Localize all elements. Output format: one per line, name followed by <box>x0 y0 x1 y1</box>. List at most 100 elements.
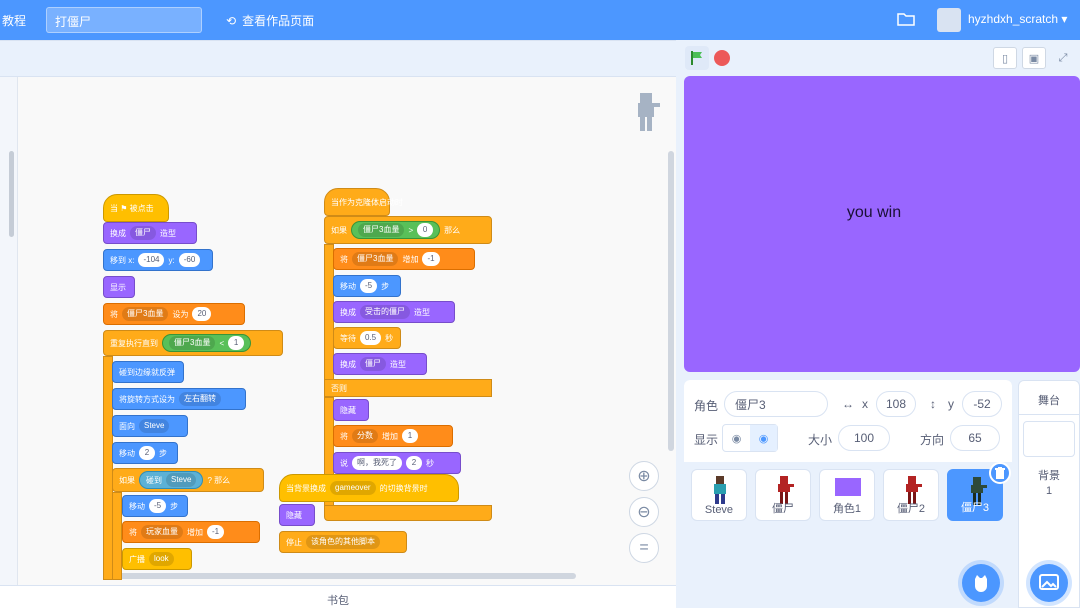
code-vertical-scrollbar[interactable] <box>668 151 674 451</box>
zoom-reset-icon: = <box>639 539 649 556</box>
sprite-tile-sprite1[interactable]: 角色1 <box>819 469 875 521</box>
y-input[interactable]: -52 <box>962 391 1002 417</box>
image-add-icon <box>1039 574 1059 590</box>
go-to-xy-block[interactable]: 移到 x: -104 y: -60 <box>103 249 213 271</box>
large-stage-button[interactable]: ▣ <box>1022 47 1046 69</box>
switch-costume-block[interactable]: 换成 僵尸 造型 <box>103 222 197 244</box>
stop-button[interactable] <box>714 50 730 66</box>
bounce-on-edge-block[interactable]: 碰到边缘就反弹 <box>112 361 184 383</box>
wait-seconds-block[interactable]: 等待 0.5 秒 <box>333 327 401 349</box>
change-zombie-hp-block[interactable]: 将 僵尸3血量 增加 -1 <box>333 248 475 270</box>
username-menu[interactable]: hyzhdxh_scratch ▾ <box>968 12 1067 26</box>
small-stage-button[interactable]: ▯ <box>993 47 1017 69</box>
see-project-page-button[interactable]: ⟲ 查看作品页面 <box>226 12 314 29</box>
direction-label: 方向 <box>920 433 945 447</box>
size-input[interactable]: 100 <box>838 425 890 451</box>
if-then-block[interactable]: 如果 碰到 Steve ? 那么 <box>112 468 264 492</box>
sprite-tile-zombie2[interactable]: 僵尸2 <box>883 469 939 521</box>
sprite-name: 僵尸2 <box>896 503 926 515</box>
stage-header <box>680 40 1080 76</box>
hide-visible-button[interactable]: ◉ <box>750 425 777 451</box>
add-sprite-button[interactable] <box>962 564 1000 602</box>
move-back-block[interactable]: 移动 -5 步 <box>122 495 188 517</box>
x-label: x <box>862 397 868 411</box>
eye-slash-icon: ◉ <box>758 432 769 445</box>
avatar[interactable] <box>937 8 961 32</box>
cat-add-icon <box>975 575 987 592</box>
sprite-name: Steve <box>704 504 734 516</box>
hide-block[interactable]: 隐藏 <box>333 399 369 421</box>
sprite-name: 角色1 <box>832 503 862 515</box>
move-steps-block-2[interactable]: 移动 -5 步 <box>333 275 401 297</box>
add-backdrop-button[interactable] <box>1030 564 1068 602</box>
backpack[interactable]: 书包 <box>0 585 676 608</box>
broadcast-block[interactable]: 广播 look <box>122 548 192 570</box>
sprite-tile-zombie[interactable]: 僵尸 <box>755 469 811 521</box>
stop-block[interactable]: 停止 该角色的其他脚本 <box>279 531 407 553</box>
username: hyzhdxh_scratch <box>968 12 1059 26</box>
sprite-name: 僵尸 <box>772 503 794 515</box>
show-block[interactable]: 显示 <box>103 276 135 298</box>
zoom-out-button[interactable]: ⊖ <box>629 497 659 527</box>
refresh-icon: ⟲ <box>226 13 237 28</box>
sprite-tile-steve[interactable]: Steve <box>691 469 747 521</box>
trash-icon <box>995 467 1005 479</box>
stage-message: you win <box>846 204 902 221</box>
switch-costume-hit-block[interactable]: 换成 受击的僵尸 造型 <box>333 301 455 323</box>
fullscreen-icon: ⤢ <box>1058 51 1068 64</box>
show-label: 显示 <box>694 433 719 447</box>
x-input[interactable]: 108 <box>876 391 916 417</box>
repeat-until-block[interactable]: 重复执行直到 僵尸3血量 < 1 <box>103 330 283 356</box>
else-label: 否则 <box>324 379 492 397</box>
stage-pane-title: 舞台 <box>1019 381 1079 415</box>
visibility-toggle: ◉ ◉ <box>722 424 778 452</box>
current-sprite-ghost-icon <box>638 93 660 131</box>
stage-thumbnail[interactable] <box>1023 421 1075 457</box>
green-flag-button[interactable] <box>685 46 709 70</box>
zoom-in-icon: ⊕ <box>637 468 651 485</box>
large-stage-icon: ▣ <box>1028 52 1040 65</box>
code-horizontal-scrollbar[interactable] <box>110 573 576 579</box>
fullscreen-button[interactable]: ⤢ <box>1051 47 1075 69</box>
change-player-hp-block[interactable]: 将 玩家血量 增加 -1 <box>122 521 260 543</box>
point-towards-block[interactable]: 面向 Steve <box>112 415 188 437</box>
green-flag-icon <box>691 51 702 65</box>
project-title-input[interactable]: 打僵尸 <box>46 7 202 33</box>
tutorials-menu[interactable]: 教程 <box>2 12 26 29</box>
y-label: y <box>948 397 954 411</box>
palette-scrollbar[interactable] <box>9 151 14 237</box>
change-score-block[interactable]: 将 分数 增加 1 <box>333 425 453 447</box>
when-backdrop-switches-block[interactable]: 当背景换成 gameover 的切换背景时 <box>279 474 459 502</box>
menu-bar: 教程 打僵尸 ⟲ 查看作品页面 hyzhdxh_scratch ▾ <box>0 0 1080 40</box>
code-tabs-strip <box>0 41 676 77</box>
sprite-name: 僵尸3 <box>960 502 990 514</box>
show-visible-button[interactable]: ◉ <box>723 425 750 451</box>
hide-block-2[interactable]: 隐藏 <box>279 504 315 526</box>
move-steps-block[interactable]: 移动 2 步 <box>112 442 178 464</box>
delete-sprite-button[interactable] <box>989 462 1011 484</box>
set-variable-block[interactable]: 将 僵尸3血量 设为 20 <box>103 303 245 325</box>
folder-icon[interactable] <box>897 11 915 27</box>
if-else-block[interactable]: 如果 僵尸3血量 > 0 那么 <box>324 216 492 244</box>
say-for-seconds-block[interactable]: 说 啊，我死了 2 秒 <box>333 452 461 474</box>
touching-sensing-block[interactable]: 碰到 Steve <box>139 471 204 489</box>
less-than-operator[interactable]: 僵尸3血量 < 1 <box>162 334 252 352</box>
code-area[interactable]: ⊕ ⊖ = 书包 <box>0 40 676 608</box>
backdrops-count: 1 <box>1045 485 1053 497</box>
zoom-reset-button[interactable]: = <box>629 533 659 563</box>
stage-canvas[interactable]: you win <box>684 76 1080 372</box>
if-then-arm <box>112 492 122 580</box>
small-stage-icon: ▯ <box>1001 52 1009 65</box>
backdrops-label: 背景 <box>1038 470 1060 482</box>
sprite-name-input[interactable]: 僵尸3 <box>724 391 828 417</box>
when-start-as-clone-block[interactable]: 当作为克隆体启动时 <box>324 188 403 216</box>
direction-input[interactable]: 65 <box>950 425 1000 451</box>
set-rotation-style-block[interactable]: 将旋转方式设为 左右翻转 <box>112 388 246 410</box>
size-label: 大小 <box>808 433 833 447</box>
x-arrows-icon: ↔ <box>842 397 854 411</box>
switch-costume-back-block[interactable]: 换成 僵尸 造型 <box>333 353 427 375</box>
greater-than-operator[interactable]: 僵尸3血量 > 0 <box>351 221 441 239</box>
eye-icon: ◉ <box>731 432 742 445</box>
zoom-in-button[interactable]: ⊕ <box>629 461 659 491</box>
when-flag-clicked-block[interactable]: 当 ⚑ 被点击 <box>103 194 169 222</box>
